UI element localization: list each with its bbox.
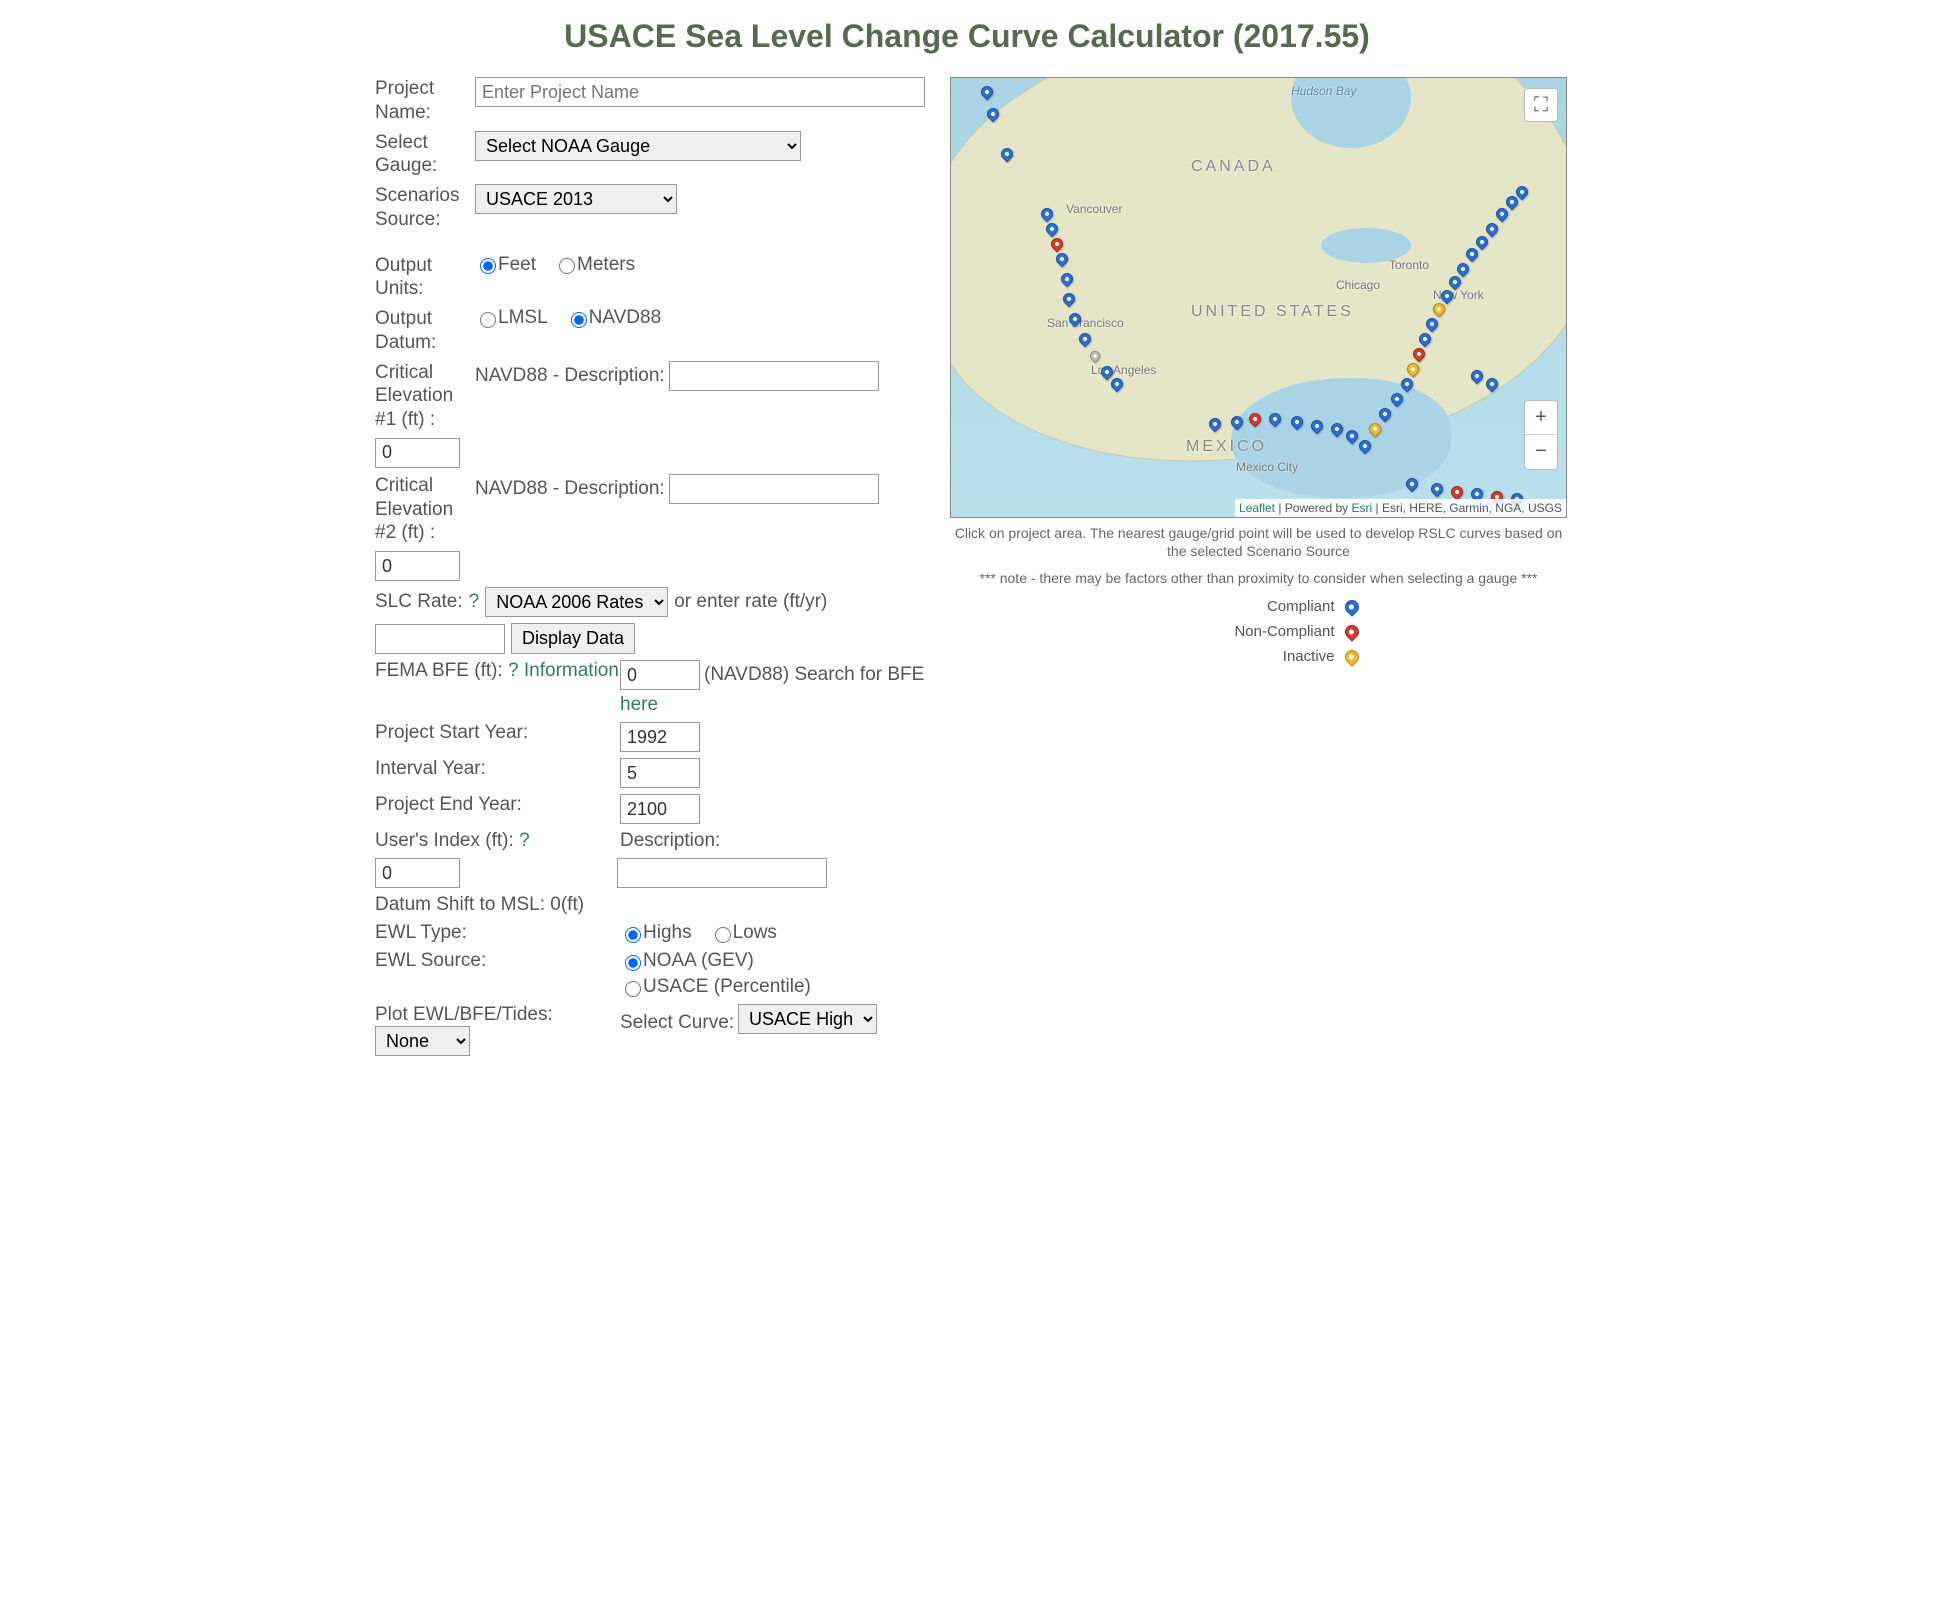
users-index-input[interactable] — [375, 858, 460, 888]
map-label-toronto: Toronto — [1389, 258, 1429, 272]
pin-blue-icon — [1342, 597, 1362, 617]
map-label-chicago: Chicago — [1336, 278, 1380, 292]
output-datum-lmsl[interactable]: LMSL — [475, 307, 548, 329]
ewl-source-label: EWL Source: — [375, 950, 620, 972]
output-units-feet-radio[interactable] — [480, 258, 496, 274]
plot-ewl-label: Plot EWL/BFE/Tides: — [375, 1004, 620, 1026]
users-index-help[interactable]: ? — [519, 830, 530, 851]
map-label-mexicocity: Mexico City — [1236, 460, 1298, 474]
ewl-type-highs[interactable]: Highs — [620, 922, 692, 944]
select-curve-label: Select Curve: — [620, 1012, 734, 1034]
fema-bfe-input[interactable] — [620, 660, 700, 690]
page-title: USACE Sea Level Change Curve Calculator … — [375, 18, 1559, 55]
map-label-sf: San Francisco — [1047, 316, 1124, 330]
map-label-us: UNITED STATES — [1191, 303, 1354, 321]
output-units-meters[interactable]: Meters — [554, 254, 635, 276]
critical-elev-1-label: Critical Elevation #1 (ft) : — [375, 361, 475, 432]
critical-elev-2-label: Critical Elevation #2 (ft) : — [375, 474, 475, 545]
zoom-control: + − — [1524, 400, 1558, 470]
datum-shift-label: Datum Shift to MSL: 0(ft) — [375, 894, 930, 916]
critical-elev-2-desc-input[interactable] — [669, 474, 879, 504]
zoom-out-button[interactable]: − — [1525, 435, 1557, 469]
fema-bfe-label: FEMA BFE (ft): — [375, 660, 508, 681]
ewl-source-noaa[interactable]: NOAA (GEV) — [620, 950, 754, 972]
esri-link[interactable]: Esri — [1352, 501, 1373, 515]
zoom-in-button[interactable]: + — [1525, 401, 1557, 435]
output-datum-label: Output Datum: — [375, 307, 475, 355]
ewl-source-usace[interactable]: USACE (Percentile) — [620, 976, 811, 998]
ewl-source-noaa-radio[interactable] — [625, 955, 641, 971]
ewl-type-lows[interactable]: Lows — [710, 922, 777, 944]
project-end-year-input[interactable] — [620, 794, 700, 824]
project-start-year-input[interactable] — [620, 722, 700, 752]
map-attribution: Leaflet | Powered by Esri | Esri, HERE, … — [1235, 499, 1566, 517]
map[interactable]: Hudson Bay CANADA Vancouver Toronto Chic… — [950, 77, 1567, 518]
legend-noncompliant-label: Non-Compliant — [1159, 623, 1335, 640]
slc-rate-orenter: or enter rate (ft/yr) — [674, 591, 827, 614]
legend-inactive-label: Inactive — [1159, 648, 1335, 665]
slc-rate-help[interactable]: ? — [469, 591, 480, 613]
slc-rate-input[interactable] — [375, 624, 505, 654]
critical-elev-1-input[interactable] — [375, 438, 460, 468]
project-name-input[interactable] — [475, 77, 925, 107]
project-name-label: Project Name: — [375, 77, 475, 125]
output-units-feet[interactable]: Feet — [475, 254, 536, 276]
ewl-type-highs-radio[interactable] — [625, 927, 641, 943]
leaflet-link[interactable]: Leaflet — [1239, 501, 1275, 515]
fema-bfe-help[interactable]: ? — [508, 660, 519, 681]
fullscreen-button[interactable]: ⛶ — [1524, 88, 1558, 122]
scenarios-source-label: Scenarios Source: — [375, 184, 475, 232]
ewl-source-usace-radio[interactable] — [625, 981, 641, 997]
pin-yellow-icon — [1342, 647, 1362, 667]
users-index-desc-label: Description: — [620, 830, 720, 852]
users-index-desc-input[interactable] — [617, 858, 827, 888]
fema-bfe-suffix: (NAVD88) Search for BFE — [704, 664, 924, 686]
fullscreen-icon: ⛶ — [1534, 94, 1548, 116]
output-datum-navd88-radio[interactable] — [571, 312, 587, 328]
critical-elev-2-input[interactable] — [375, 551, 460, 581]
slc-rate-select[interactable]: NOAA 2006 Rates — [485, 587, 668, 617]
interval-year-input[interactable] — [620, 758, 700, 788]
output-datum-navd88[interactable]: NAVD88 — [566, 307, 662, 329]
display-data-button[interactable]: Display Data — [511, 623, 635, 654]
fema-bfe-here-link[interactable]: here — [620, 694, 658, 716]
map-label-vancouver: Vancouver — [1066, 202, 1122, 216]
select-curve-select[interactable]: USACE High — [738, 1004, 877, 1034]
map-label-hudson: Hudson Bay — [1291, 84, 1356, 98]
plot-ewl-select[interactable]: None — [375, 1026, 470, 1056]
map-label-mexico: MEXICO — [1186, 438, 1267, 456]
interval-year-label: Interval Year: — [375, 758, 620, 780]
critical-elev-2-desc-label: NAVD88 - Description: — [475, 478, 665, 500]
critical-elev-1-desc-input[interactable] — [669, 361, 879, 391]
project-end-year-label: Project End Year: — [375, 794, 620, 816]
output-units-label: Output Units: — [375, 254, 475, 302]
critical-elev-1-desc-label: NAVD88 - Description: — [475, 365, 665, 387]
map-legend: Compliant Non-Compliant Inactive — [950, 598, 1567, 665]
form-panel: Project Name: Select Gauge: Select NOAA … — [375, 77, 930, 1062]
scenarios-source-select[interactable]: USACE 2013 — [475, 184, 677, 214]
fema-bfe-info-link[interactable]: Information — [524, 660, 619, 681]
map-label-canada: CANADA — [1191, 158, 1276, 176]
select-gauge-label: Select Gauge: — [375, 131, 475, 179]
output-datum-lmsl-radio[interactable] — [480, 312, 496, 328]
users-index-label: User's Index (ft): — [375, 830, 519, 851]
map-caption: Click on project area. The nearest gauge… — [950, 524, 1567, 560]
map-note: *** note - there may be factors other th… — [950, 570, 1567, 586]
output-units-meters-radio[interactable] — [559, 258, 575, 274]
ewl-type-label: EWL Type: — [375, 922, 620, 944]
map-panel: Hudson Bay CANADA Vancouver Toronto Chic… — [950, 77, 1567, 1062]
ewl-type-lows-radio[interactable] — [715, 927, 731, 943]
select-gauge-select[interactable]: Select NOAA Gauge — [475, 131, 801, 161]
slc-rate-label: SLC Rate: — [375, 591, 463, 613]
legend-compliant-label: Compliant — [1159, 598, 1335, 615]
project-start-year-label: Project Start Year: — [375, 722, 620, 744]
pin-red-icon — [1342, 622, 1362, 642]
